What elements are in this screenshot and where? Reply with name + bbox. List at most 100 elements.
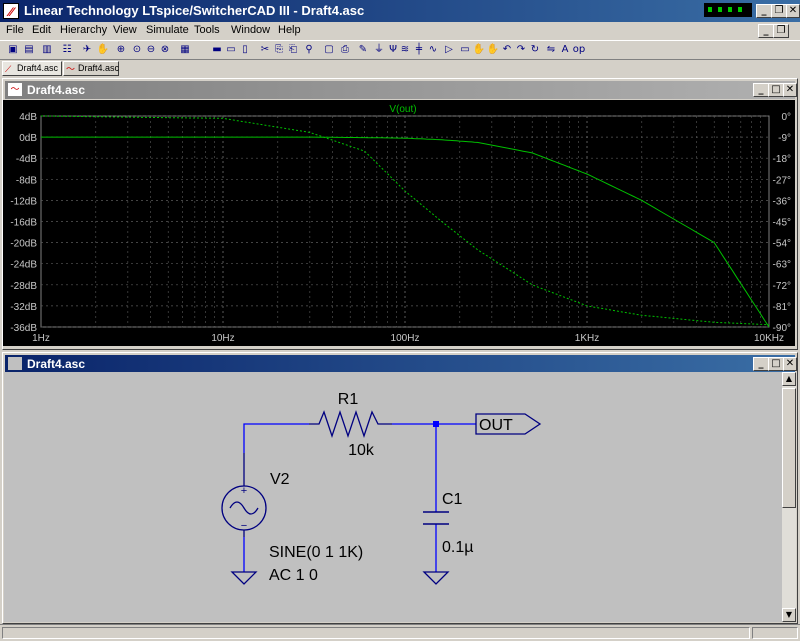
y-tick-label: -12dB	[10, 196, 37, 207]
y-tick-label: 4dB	[19, 112, 37, 123]
tile-horizontal-icon[interactable]: ▬	[210, 43, 224, 57]
menu-simulate[interactable]: Simulate	[146, 24, 189, 36]
schematic-vertical-scrollbar[interactable]: ▲ ▼	[782, 372, 796, 622]
control-panel-icon[interactable]: ☷	[60, 43, 74, 57]
waveform-plot[interactable]: 4dB 0dB -4dB -8dB -12dB -16dB -20dB -24dB -28dB -…	[3, 100, 795, 346]
y2-tick-label: -81°	[773, 302, 791, 313]
close-button[interactable]: ✕	[786, 4, 800, 18]
r1-name[interactable]: R1	[338, 391, 359, 408]
halt-icon[interactable]: ✋	[96, 43, 110, 57]
print-icon[interactable]: ⎙	[338, 43, 352, 57]
net-label-out-text[interactable]: OUT	[479, 417, 513, 434]
tab-label: Draft4.asc	[17, 63, 59, 73]
y-tick-label: -8dB	[16, 175, 37, 186]
waveform-icon: 〜	[8, 83, 22, 96]
print-setup-icon[interactable]: ▢	[322, 43, 336, 57]
text-icon[interactable]: A	[558, 43, 572, 57]
menu-bar: File Edit Hierarchy View Simulate Tools …	[0, 22, 800, 40]
tab-schematic[interactable]: ⟋ Draft4.asc	[2, 61, 62, 76]
zoom-fit-icon[interactable]: ⊗	[158, 43, 172, 57]
ground-icon[interactable]	[230, 571, 258, 585]
cut-icon[interactable]: ✂	[258, 43, 272, 57]
mdi-minimize-button[interactable]: _	[758, 24, 774, 38]
capacitor-icon[interactable]: ╪	[412, 43, 426, 57]
pan-icon[interactable]: ⊙	[130, 43, 144, 57]
rotate-icon[interactable]: ↻	[528, 43, 542, 57]
menu-tools[interactable]: Tools	[194, 24, 220, 36]
wire-v2-r1[interactable]	[243, 423, 309, 453]
v2-name[interactable]: V2	[270, 471, 290, 488]
minimize-button[interactable]: _	[756, 4, 772, 18]
diode-icon[interactable]: ▷	[442, 43, 456, 57]
save-icon[interactable]: ▥	[40, 43, 54, 57]
ground-icon[interactable]	[422, 571, 450, 585]
schematic-minimize-button[interactable]: _	[753, 357, 769, 371]
y2-tick-label: 0°	[781, 112, 791, 123]
v2-value2[interactable]: AC 1 0	[269, 567, 318, 584]
waveform-minimize-button[interactable]: _	[753, 83, 769, 97]
redo-icon[interactable]: ↷	[514, 43, 528, 57]
menu-edit[interactable]: Edit	[32, 24, 51, 36]
resistor-r1[interactable]	[309, 409, 392, 439]
mdi-restore-button[interactable]: ❐	[773, 24, 789, 38]
schematic-close-button[interactable]: ✕	[783, 357, 797, 371]
c1-value[interactable]: 0.1µ	[442, 539, 473, 556]
y-tick-label: -16dB	[10, 218, 37, 229]
r1-value[interactable]: 10k	[348, 442, 375, 459]
v2-value1[interactable]: SINE(0 1 1K)	[269, 544, 363, 561]
resistor-icon[interactable]: ≋	[398, 43, 412, 57]
schematic-canvas[interactable]: R1 10k OUT C1 0.1µ + − V2 SINE(0 1 1K) A…	[4, 372, 782, 622]
waveform-window-title: Draft4.asc	[27, 83, 86, 97]
c1-name[interactable]: C1	[442, 491, 463, 508]
scroll-down-button[interactable]: ▼	[782, 608, 796, 622]
y2-tick-label: -36°	[773, 196, 791, 207]
app-icon[interactable]: ⁄⁄	[3, 3, 19, 19]
tile-vertical-icon[interactable]: ▭	[224, 43, 238, 57]
waveform-close-button[interactable]: ✕	[783, 83, 797, 97]
waveform-maximize-button[interactable]: □	[768, 83, 784, 97]
paste-icon[interactable]: ⎗	[286, 43, 300, 57]
ground-icon[interactable]: ⏚	[372, 43, 386, 57]
open-icon[interactable]: ▤	[22, 43, 36, 57]
spice-directive-icon[interactable]: op	[572, 43, 586, 57]
zoom-out-icon[interactable]: ⊖	[144, 43, 158, 57]
junction-dot	[433, 421, 439, 427]
x-tick-label: 1Hz	[32, 333, 50, 344]
wire-icon[interactable]: ✎	[356, 43, 370, 57]
mirror-icon[interactable]: ⇋	[544, 43, 558, 57]
run-icon[interactable]: ✈	[80, 43, 94, 57]
schematic-maximize-button[interactable]: □	[768, 357, 784, 371]
y-tick-label: -20dB	[10, 239, 37, 250]
menu-window[interactable]: Window	[231, 24, 270, 36]
undo-icon[interactable]: ↶	[500, 43, 514, 57]
sine-icon	[229, 501, 259, 515]
autorange-icon[interactable]: ▦	[178, 43, 192, 57]
plus-icon: +	[241, 485, 247, 497]
find-icon[interactable]: ⚲	[302, 43, 316, 57]
zoom-in-icon[interactable]: ⊕	[114, 43, 128, 57]
move-icon[interactable]: ✋	[472, 43, 486, 57]
waveform-window-titlebar: 〜 Draft4.asc _ □ ✕	[5, 81, 797, 99]
menu-hierarchy[interactable]: Hierarchy	[60, 24, 107, 36]
restore-button[interactable]: ❐	[771, 4, 787, 18]
minus-icon: −	[241, 520, 247, 532]
y2-tick-label: -45°	[773, 218, 791, 229]
copy-icon[interactable]: ⎘	[272, 43, 286, 57]
menu-view[interactable]: View	[113, 24, 137, 36]
tab-waveform[interactable]: 〜 Draft4.asc	[63, 61, 119, 76]
new-schematic-icon[interactable]: ▣	[6, 43, 20, 57]
inductor-icon[interactable]: ∿	[426, 43, 440, 57]
x-tick-label: 100Hz	[391, 333, 420, 344]
component-icon[interactable]: ▭	[458, 43, 472, 57]
waveform-chart[interactable]: 4dB 0dB -4dB -8dB -12dB -16dB -20dB -24dB -28dB -…	[3, 100, 795, 346]
cascade-icon[interactable]: ▯	[238, 43, 252, 57]
menu-file[interactable]: File	[6, 24, 24, 36]
schematic-icon: ⟋	[5, 64, 12, 74]
scroll-thumb[interactable]	[782, 388, 796, 508]
y2-tick-label: -18°	[773, 154, 791, 165]
drag-icon[interactable]: ✋	[486, 43, 500, 57]
x-tick-label: 10KHz	[754, 333, 784, 344]
chart-title[interactable]: V(out)	[389, 104, 416, 115]
menu-help[interactable]: Help	[278, 24, 301, 36]
scroll-up-button[interactable]: ▲	[782, 372, 796, 386]
